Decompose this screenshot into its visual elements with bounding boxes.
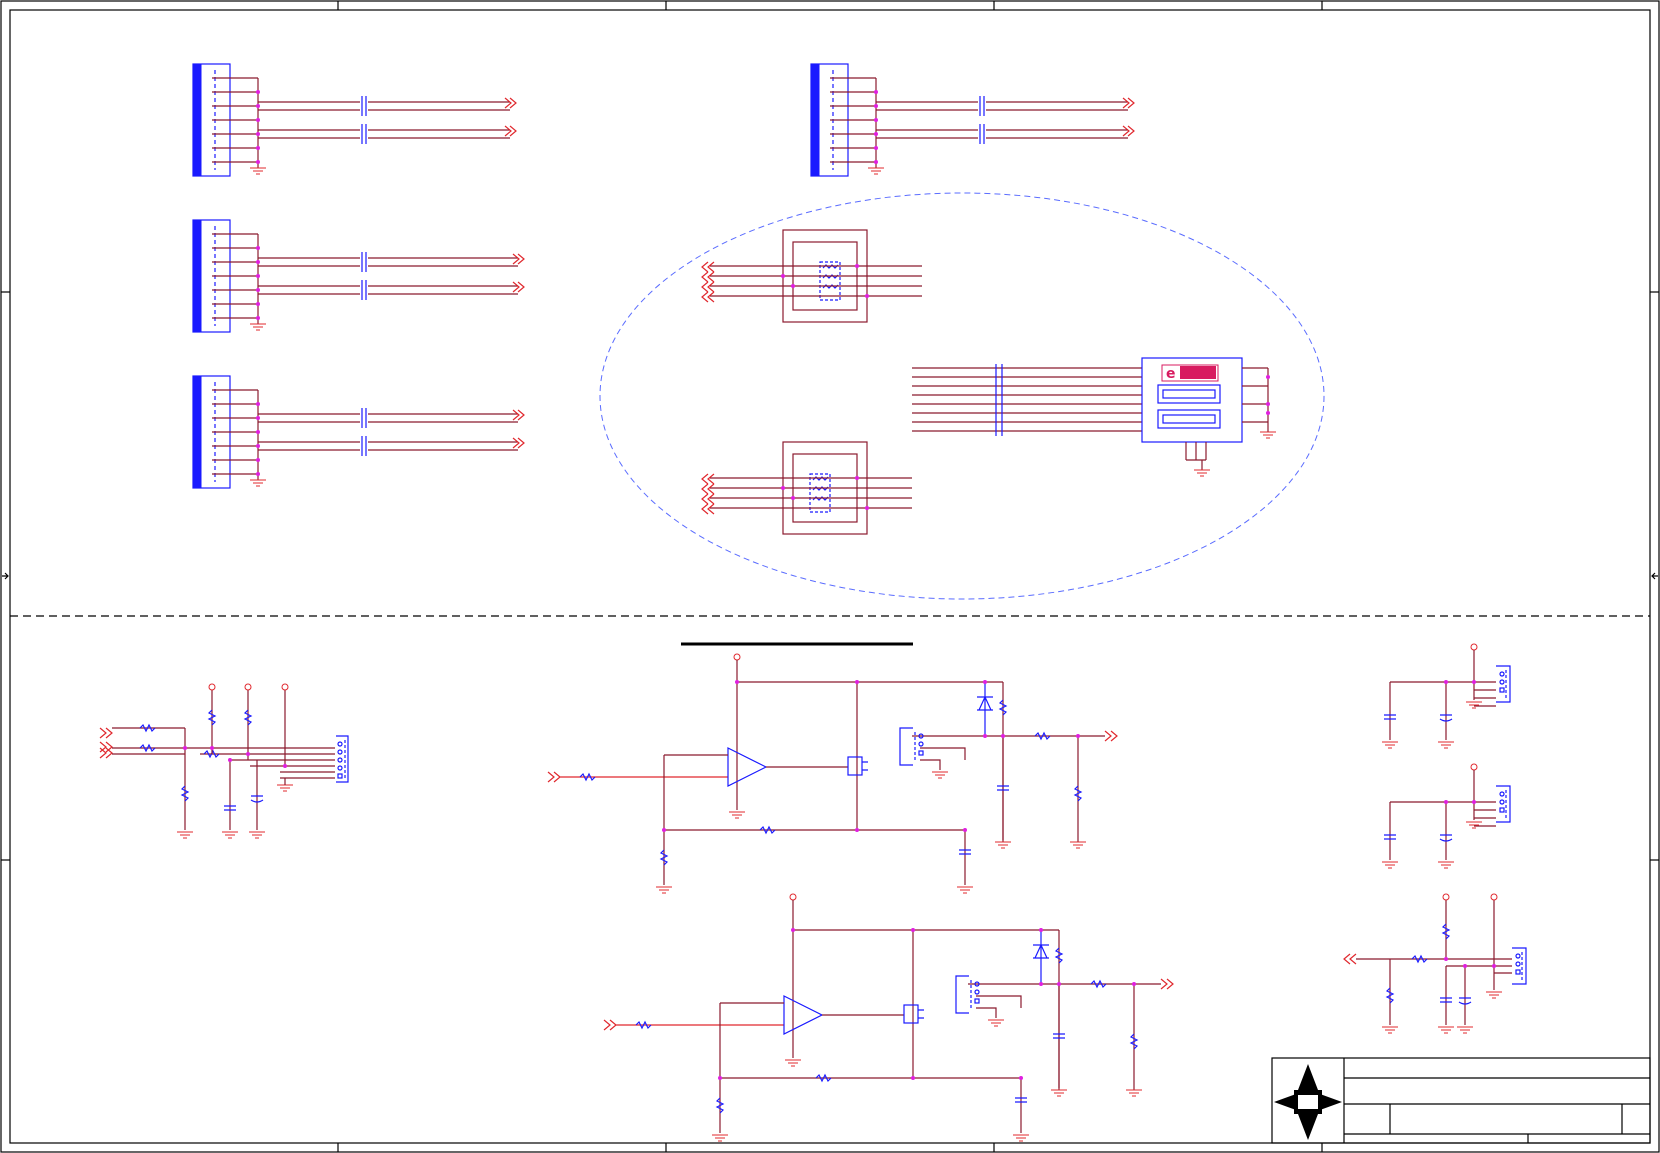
- fan-header-circuit-2: [1382, 763, 1511, 869]
- title-block: [1271, 1057, 1651, 1144]
- regulator-circuit-1: [547, 653, 1118, 894]
- common-mode-choke-2: [701, 441, 912, 535]
- io-connector-circuit: [99, 683, 349, 839]
- schematic-sheet: e: [0, 0, 1660, 1153]
- fan-header-circuit-3: [1343, 893, 1527, 1034]
- compass-star-logo: [1274, 1064, 1342, 1140]
- usb-connector-block-2: [192, 219, 525, 333]
- fan-header-circuit-1: [1382, 643, 1511, 749]
- usb-connector-block-1: [192, 63, 517, 177]
- esata-logo-mark: e: [1166, 366, 1176, 382]
- drawing-frame: [0, 0, 1660, 1153]
- regulator-circuit-2: [603, 893, 1174, 1142]
- usb-connector-block-3: [192, 375, 525, 489]
- esata-connector: e: [912, 357, 1276, 477]
- usb-connector-block-4: [810, 63, 1135, 177]
- common-mode-choke-1: [701, 229, 922, 323]
